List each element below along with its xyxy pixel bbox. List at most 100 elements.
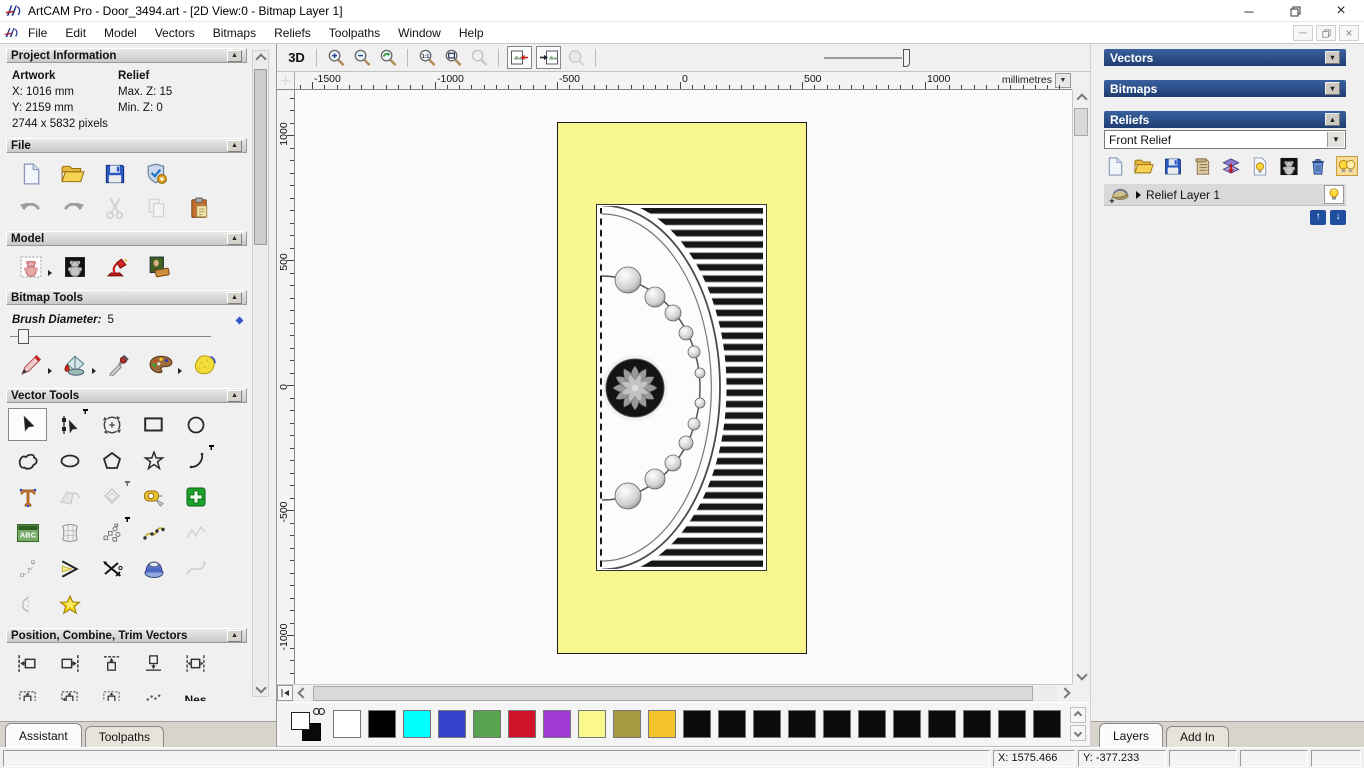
vector-boundary-button[interactable] — [50, 588, 89, 621]
relief-clipart-button[interactable] — [1191, 156, 1213, 176]
create-text-button[interactable] — [8, 480, 47, 513]
palette-swatch-0[interactable] — [333, 710, 361, 738]
palette-swatch-15[interactable] — [858, 710, 886, 738]
palette-swatch-20[interactable] — [1033, 710, 1061, 738]
mdi-close-button[interactable]: × — [1339, 25, 1359, 41]
menu-toolpaths[interactable]: Toolpaths — [320, 23, 389, 43]
align-left-button[interactable] — [8, 647, 47, 680]
import-layers-button[interactable] — [1220, 156, 1242, 176]
pan-mode-button[interactable] — [277, 685, 293, 701]
menu-help[interactable]: Help — [450, 23, 493, 43]
expand-button[interactable]: ▼ — [1325, 82, 1340, 95]
flyout-arrow-icon[interactable] — [48, 368, 52, 374]
zoom-in-button[interactable] — [323, 46, 348, 69]
texture-sponge-button[interactable] — [192, 352, 218, 378]
slider-thumb[interactable] — [18, 329, 29, 344]
colour-palette-button[interactable] — [148, 352, 174, 378]
zoom-slider[interactable] — [824, 48, 910, 68]
scrollbar-thumb[interactable] — [1074, 108, 1088, 136]
invert-model-button[interactable] — [62, 254, 88, 280]
node-editing-button[interactable] — [50, 408, 89, 441]
palette-swatch-9[interactable] — [648, 710, 676, 738]
mirror-section-button[interactable] — [8, 588, 47, 621]
palette-swatch-12[interactable] — [753, 710, 781, 738]
flyout-arrow-icon[interactable] — [92, 368, 96, 374]
create-rectangle-button[interactable] — [134, 408, 173, 441]
flyout-arrow-icon[interactable] — [178, 368, 182, 374]
zoom-out-button[interactable] — [349, 46, 374, 69]
collapse-button[interactable]: ▲ — [227, 389, 242, 402]
menu-edit[interactable]: Edit — [56, 23, 95, 43]
create-circle-button[interactable] — [176, 408, 215, 441]
palette-swatch-14[interactable] — [823, 710, 851, 738]
palette-swatch-10[interactable] — [683, 710, 711, 738]
create-ellipse-button[interactable] — [50, 444, 89, 477]
palette-scroll-up-button[interactable] — [1069, 707, 1086, 723]
close-button[interactable]: × — [1318, 0, 1364, 22]
create-bisector-button[interactable] — [50, 552, 89, 585]
model-options-button[interactable] — [144, 161, 170, 187]
offset-vectors-button[interactable] — [92, 480, 131, 513]
layer-visibility-button[interactable] — [1324, 185, 1344, 204]
mdi-restore-button[interactable] — [1316, 25, 1336, 41]
select-button[interactable] — [8, 408, 47, 441]
envelope-distort-button[interactable] — [50, 516, 89, 549]
nesting-button[interactable]: Nes — [176, 683, 215, 702]
open-model-button[interactable] — [60, 161, 86, 187]
palette-swatch-18[interactable] — [963, 710, 991, 738]
palette-swatch-2[interactable] — [403, 710, 431, 738]
scroll-down-button[interactable] — [1074, 667, 1089, 683]
palette-swatch-7[interactable] — [578, 710, 606, 738]
menu-bitmaps[interactable]: Bitmaps — [204, 23, 265, 43]
scroll-down-button[interactable] — [253, 680, 268, 696]
dropdown-arrow-button[interactable]: ▼ — [1327, 132, 1344, 147]
mdi-minimize-button[interactable]: ─ — [1293, 25, 1313, 41]
measure-button[interactable] — [134, 480, 173, 513]
relief-selector[interactable]: Front Relief ▼ — [1104, 130, 1346, 149]
palette-scroll-down-button[interactable] — [1069, 725, 1086, 741]
tab-toolpaths[interactable]: Toolpaths — [84, 726, 165, 747]
lighting-button[interactable] — [104, 254, 130, 280]
bitmaps-header[interactable]: Bitmaps ▼ — [1104, 80, 1346, 97]
palette-swatch-1[interactable] — [368, 710, 396, 738]
scrollbar-thumb[interactable] — [313, 685, 1033, 701]
palette-swatch-11[interactable] — [718, 710, 746, 738]
centre-in-page-button[interactable] — [8, 683, 47, 701]
collapse-button[interactable]: ▲ — [227, 232, 242, 245]
cut-button[interactable] — [102, 195, 128, 221]
palette-swatch-4[interactable] — [473, 710, 501, 738]
palette-swatch-5[interactable] — [508, 710, 536, 738]
primary-colour-swatch[interactable] — [291, 712, 310, 730]
collapse-button[interactable]: ▲ — [1325, 113, 1340, 126]
centre-across-button[interactable] — [50, 683, 89, 701]
transform-vectors-button[interactable] — [92, 408, 131, 441]
set-model-size-button[interactable] — [18, 254, 44, 280]
collapse-button[interactable]: ▲ — [227, 291, 242, 304]
create-star-button[interactable] — [134, 444, 173, 477]
paste-button[interactable] — [186, 195, 212, 221]
copy-button[interactable] — [144, 195, 170, 221]
save-model-button[interactable] — [102, 161, 128, 187]
new-relief-layer-button[interactable] — [1249, 156, 1271, 176]
centre-down-button[interactable] — [92, 683, 131, 701]
relief-layer-row[interactable]: Relief Layer 1 — [1104, 184, 1346, 206]
create-arc-button[interactable] — [176, 444, 215, 477]
create-polygon-button[interactable] — [92, 444, 131, 477]
preview-relief-layer-button[interactable] — [563, 46, 588, 69]
menu-file[interactable]: File — [19, 23, 56, 43]
fit-spline-button[interactable] — [176, 552, 215, 585]
scroll-up-button[interactable] — [1074, 91, 1089, 107]
undo-button[interactable] — [18, 195, 44, 221]
scroll-left-button[interactable] — [295, 686, 310, 701]
save-relief-button[interactable] — [1162, 156, 1184, 176]
scrollbar-thumb[interactable] — [254, 69, 267, 245]
tab-add-in[interactable]: Add In — [1166, 726, 1229, 747]
wrap-text-button[interactable] — [50, 480, 89, 513]
horizontal-scrollbar[interactable] — [277, 684, 1072, 701]
tab-assistant[interactable]: Assistant — [5, 723, 82, 747]
move-layer-down-button[interactable]: ↓ — [1330, 210, 1346, 225]
redo-button[interactable] — [60, 195, 86, 221]
switch-3d-view-button[interactable]: 3D — [284, 46, 309, 69]
load-image-button[interactable] — [146, 254, 172, 280]
palette-swatch-8[interactable] — [613, 710, 641, 738]
